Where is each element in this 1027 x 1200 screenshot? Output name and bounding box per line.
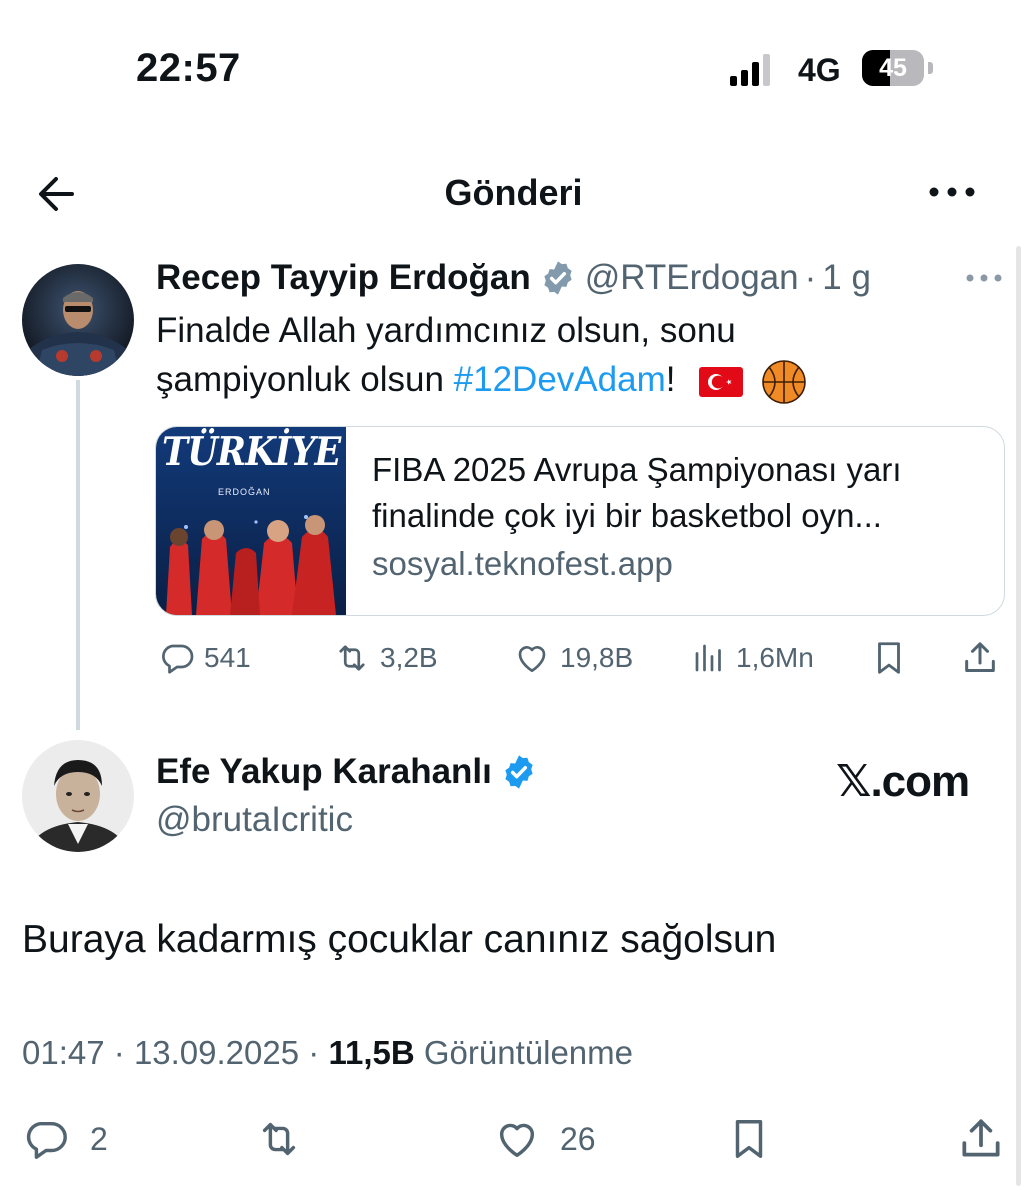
avatar[interactable] xyxy=(22,740,134,852)
basketball-emoji xyxy=(762,359,806,404)
author-handle[interactable]: @RTErdogan xyxy=(585,258,799,298)
reply-text: Buraya kadarmış çocuklar canınız sağolsu… xyxy=(22,918,777,961)
thread-line xyxy=(76,380,80,730)
retweet-count: 3,2B xyxy=(380,642,438,673)
like-count: 26 xyxy=(560,1120,596,1157)
share-button[interactable] xyxy=(960,638,1000,678)
share-button[interactable] xyxy=(956,1114,1006,1164)
views-count: 11,5B xyxy=(328,1034,415,1071)
tweet-date[interactable]: 13.09.2025 xyxy=(134,1034,299,1071)
network-type: 4G xyxy=(798,52,841,88)
tweet-text-part: şampiyonluk olsun xyxy=(156,360,454,399)
more-horizontal-icon[interactable] xyxy=(964,266,1004,290)
retweet-button[interactable]: 3,2B xyxy=(332,640,438,676)
card-image-caption: ERDOĞAN xyxy=(218,487,271,497)
page-title: Gönderi xyxy=(444,172,583,213)
like-button[interactable]: 26 xyxy=(492,1116,596,1162)
tweet-text: Finalde Allah yardımcınız olsun, sonu şa… xyxy=(156,306,976,405)
meta-separator: · xyxy=(113,1034,125,1071)
tweet-text-part: ! xyxy=(665,360,676,399)
reply-icon xyxy=(26,1121,67,1159)
share-icon xyxy=(965,642,995,672)
views-label: Görüntülenme xyxy=(423,1034,633,1071)
scrollbar[interactable] xyxy=(1016,246,1021,1186)
battery-icon: 45 xyxy=(862,50,933,86)
bookmark-button[interactable] xyxy=(870,638,908,678)
x-watermark: 𝕏.com xyxy=(836,757,970,806)
views-button[interactable]: 1,6Mn xyxy=(690,640,814,676)
reply-count: 2 xyxy=(90,1120,108,1157)
tweet-age[interactable]: 1 g xyxy=(822,258,871,298)
like-button[interactable]: 19,8B xyxy=(512,640,633,676)
like-count: 19,8B xyxy=(560,642,634,673)
heart-icon xyxy=(499,1123,535,1158)
reply-author-row: Efe Yakup Karahanlı xyxy=(156,752,546,792)
author-name[interactable]: Recep Tayyip Erdoğan xyxy=(156,258,531,298)
reply-button[interactable]: 541 xyxy=(158,640,251,676)
retweet-button[interactable] xyxy=(254,1116,304,1162)
avatar[interactable] xyxy=(22,264,134,376)
signal-icon xyxy=(730,52,772,86)
hashtag-link[interactable]: #12DevAdam xyxy=(454,360,666,399)
turkey-flag-emoji xyxy=(699,366,744,397)
card-image: TÜRKİYE ERDOĞAN xyxy=(156,427,346,615)
author-handle[interactable]: @brutaIcritic xyxy=(156,800,353,840)
author-name[interactable]: Efe Yakup Karahanlı xyxy=(156,752,492,792)
retweet-icon xyxy=(262,1122,296,1156)
card-domain: sosyal.teknofest.app xyxy=(372,545,673,582)
card-image-title: TÜRKİYE xyxy=(162,429,341,475)
meta-separator: · xyxy=(308,1034,320,1071)
bookmark-button[interactable] xyxy=(726,1114,772,1164)
battery-level: 45 xyxy=(879,54,907,82)
link-card[interactable]: TÜRKİYE ERDOĞAN FIBA 2025 Avrupa Şampiyo… xyxy=(155,426,1005,616)
tweet-text-line: Finalde Allah yardımcınız olsun, sonu xyxy=(156,311,736,350)
tweet-text-line: şampiyonluk olsun #12DevAdam! xyxy=(156,355,976,405)
bookmark-icon xyxy=(878,642,900,674)
share-icon xyxy=(962,1119,1000,1157)
verified-badge-icon xyxy=(544,261,572,295)
author-row: Recep Tayyip Erdoğan @RTErdogan · 1 g xyxy=(156,258,871,298)
analytics-icon xyxy=(695,644,721,672)
tweet-meta: 01:47 · 13.09.2025 · 11,5B Görüntülenme xyxy=(22,1034,633,1072)
more-horizontal-icon[interactable] xyxy=(926,176,978,208)
views-count: 1,6Mn xyxy=(736,642,814,673)
reply-count: 541 xyxy=(204,642,251,673)
card-title: FIBA 2025 Avrupa Şampiyonası yarı finali… xyxy=(372,451,902,534)
reply-icon xyxy=(162,644,194,674)
bookmark-icon xyxy=(735,1120,763,1158)
reply-button[interactable]: 2 xyxy=(22,1116,108,1162)
verified-badge-icon xyxy=(505,755,533,789)
heart-icon xyxy=(518,646,546,673)
tweet-time[interactable]: 01:47 xyxy=(22,1034,105,1071)
meta-separator: · xyxy=(804,258,817,297)
status-time: 22:57 xyxy=(136,46,241,90)
retweet-icon xyxy=(339,645,365,671)
